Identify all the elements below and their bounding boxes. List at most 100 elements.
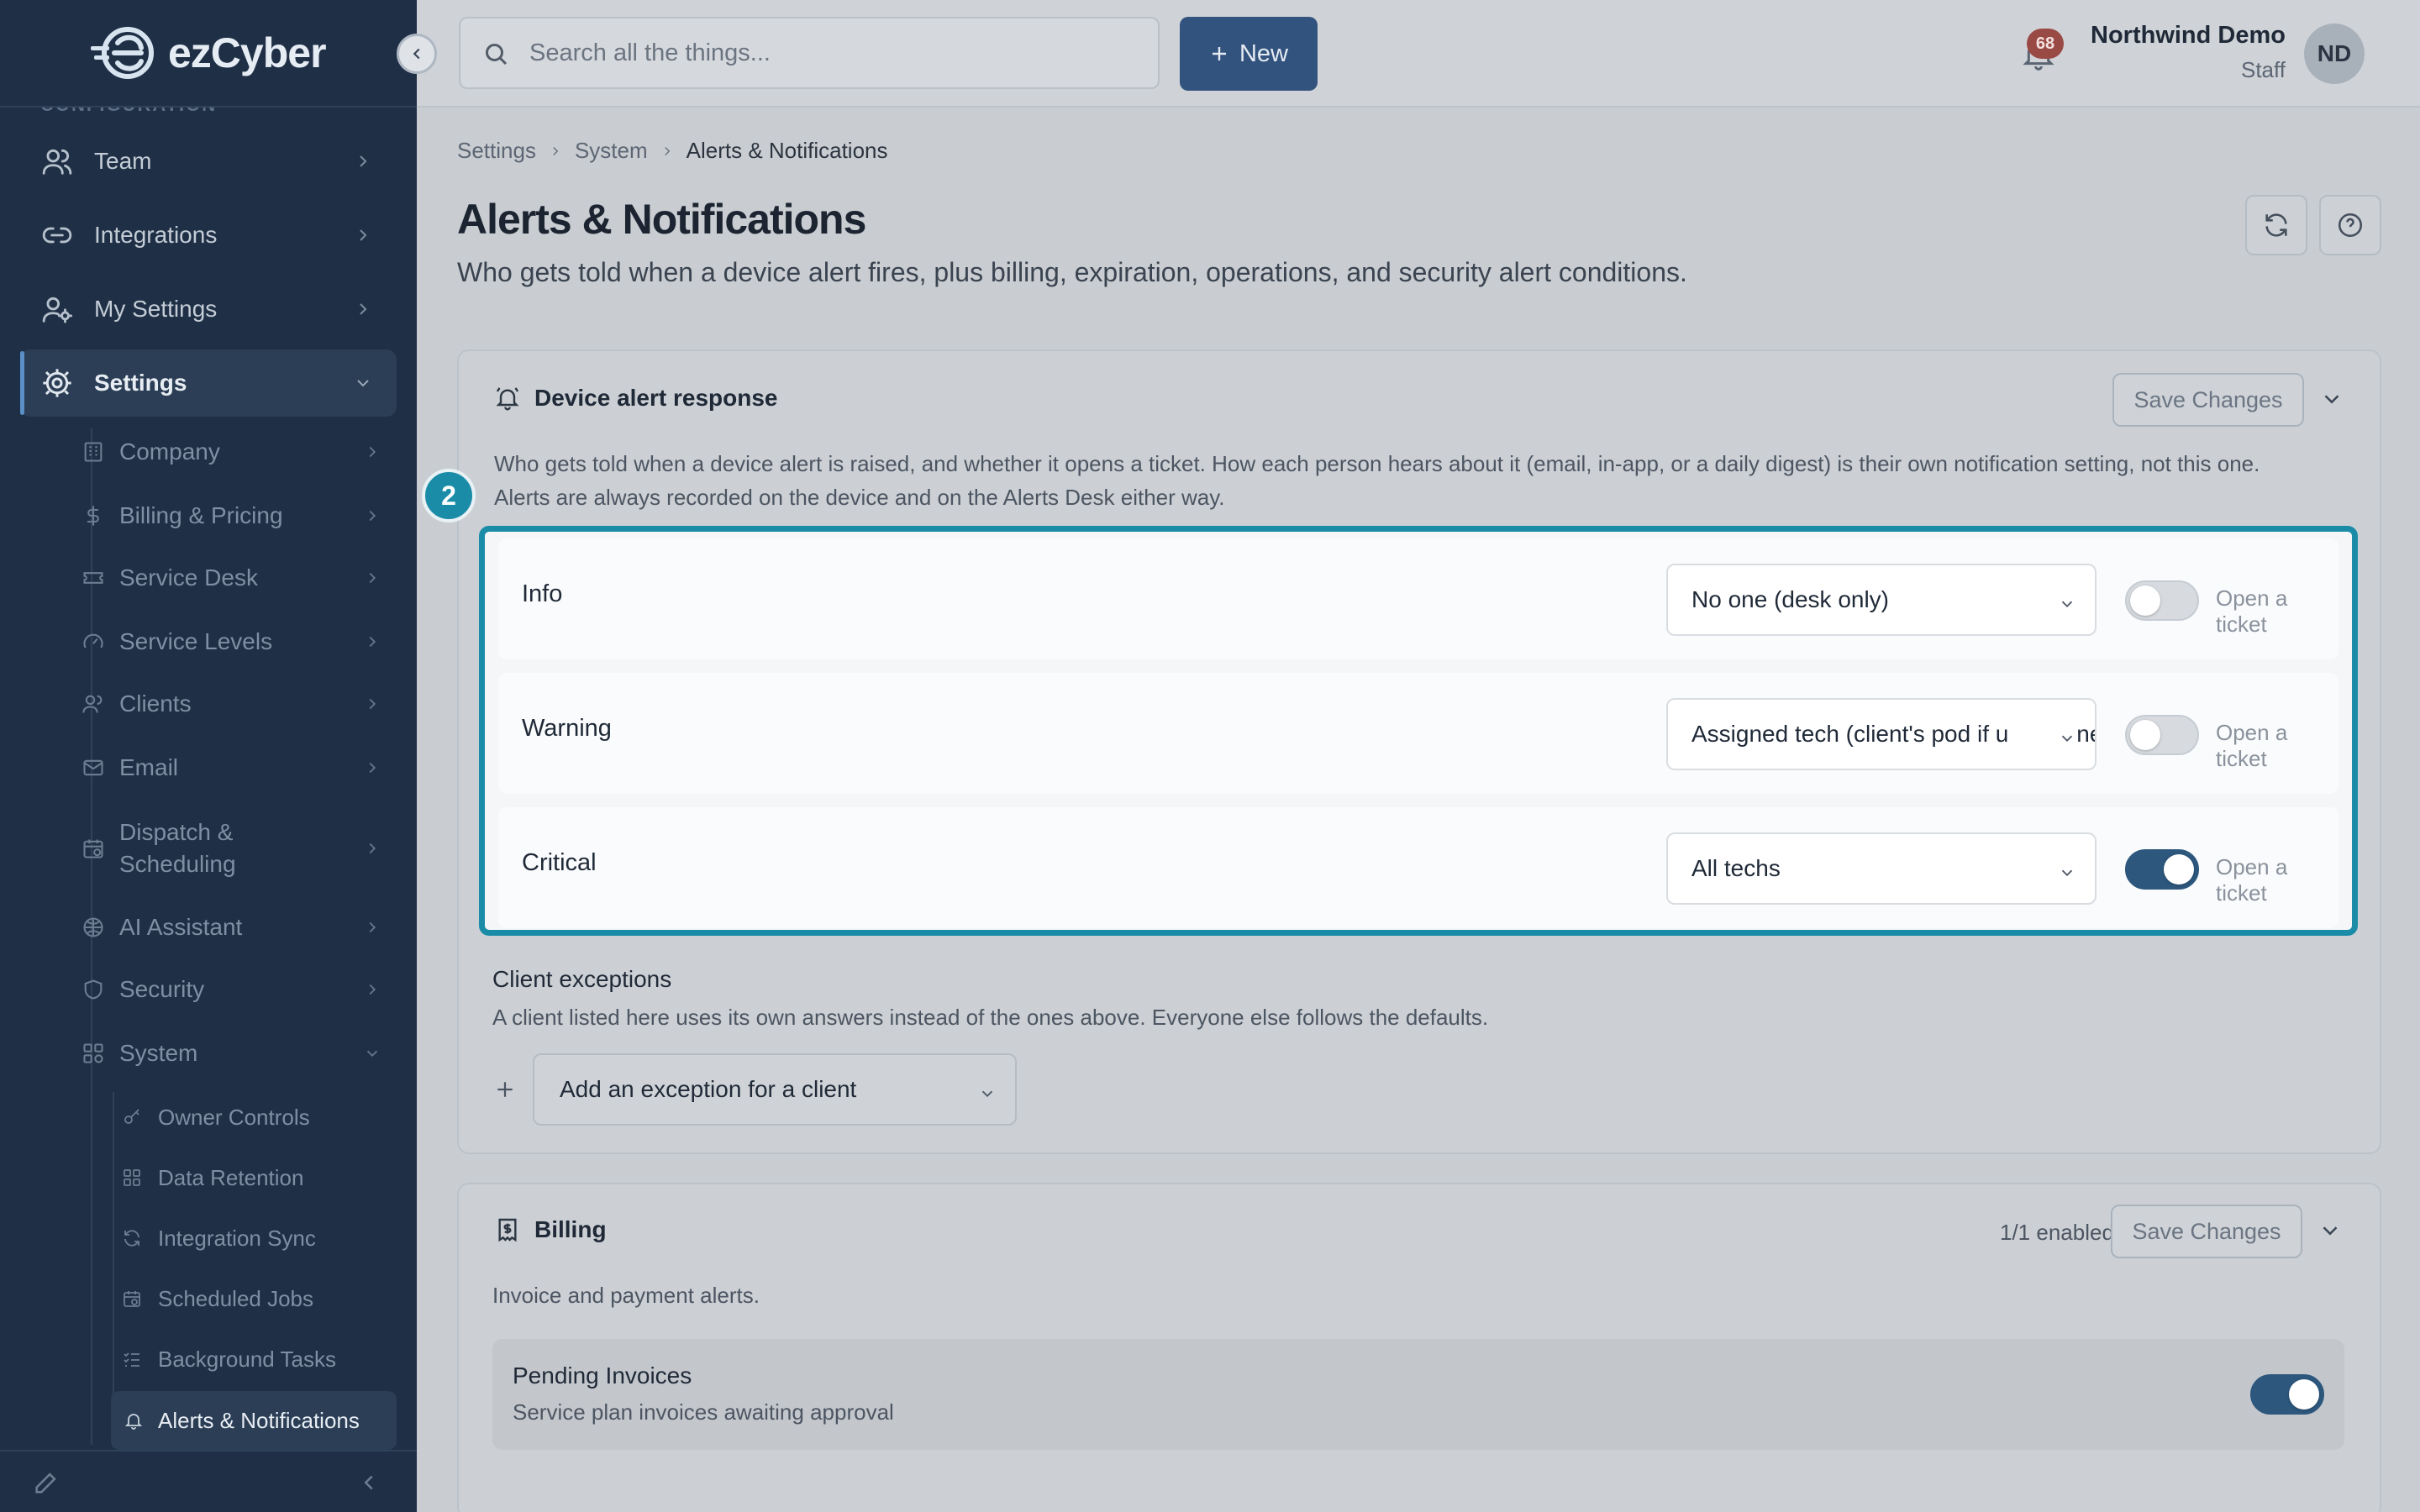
active-indicator bbox=[20, 351, 24, 415]
add-exception-label: Add an exception for a client bbox=[560, 1076, 857, 1102]
sidebar-item-data-retention[interactable]: Data Retention bbox=[121, 1154, 398, 1201]
sidebar-item-my-settings[interactable]: My Settings bbox=[0, 276, 417, 343]
collapse-sidebar-icon[interactable] bbox=[356, 1470, 381, 1499]
sidebar-item-label: Owner Controls bbox=[158, 1104, 310, 1130]
bell-ring-icon bbox=[496, 387, 519, 411]
open-ticket-toggle[interactable] bbox=[2125, 849, 2199, 890]
breadcrumb-current: Alerts & Notifications bbox=[686, 138, 888, 163]
sidebar-item-settings[interactable]: Settings bbox=[20, 349, 397, 417]
search-input[interactable] bbox=[529, 39, 1118, 67]
recipient-select-value: All techs bbox=[1691, 855, 1781, 881]
plus-icon bbox=[492, 1077, 518, 1102]
sidebar-item-label: Background Tasks bbox=[158, 1346, 336, 1372]
billing-save-changes-button[interactable]: Save Changes bbox=[2111, 1205, 2302, 1258]
alert-row-warning: Warning Assigned tech (client's pod if u… bbox=[498, 673, 2338, 794]
sidebar-item-label: Service Desk bbox=[119, 564, 258, 591]
chevron-right-icon bbox=[553, 146, 559, 155]
sidebar-item-integration-sync[interactable]: Integration Sync bbox=[121, 1215, 398, 1262]
add-exception-select[interactable]: Add an exception for a client bbox=[533, 1053, 1017, 1126]
help-button[interactable] bbox=[2319, 195, 2381, 255]
sidebar-item-scheduled-jobs[interactable]: Scheduled Jobs bbox=[121, 1275, 398, 1322]
save-changes-button[interactable]: Save Changes bbox=[2112, 373, 2304, 427]
sidebar-item-dispatch-scheduling[interactable]: Dispatch & Scheduling bbox=[81, 815, 400, 882]
sidebar-item-label-line: Scheduling bbox=[119, 851, 236, 877]
recipient-select[interactable]: All techs bbox=[1666, 832, 2096, 905]
recipient-select[interactable]: Assigned tech (client's pod if unassigne… bbox=[1666, 698, 2096, 770]
notification-count-badge: 68 bbox=[2027, 29, 2064, 59]
chevron-right-icon bbox=[363, 633, 381, 651]
sidebar-item-ai-assistant[interactable]: AI Assistant bbox=[81, 909, 400, 946]
sidebar-toggle-button[interactable] bbox=[397, 34, 437, 74]
sidebar-item-label-line: Dispatch & bbox=[119, 819, 234, 845]
ticket-icon bbox=[81, 565, 106, 591]
edit-icon[interactable] bbox=[32, 1468, 60, 1501]
card-description-line: Alerts are always recorded on the device… bbox=[494, 485, 1225, 510]
sidebar-item-team[interactable]: Team bbox=[0, 128, 417, 195]
sidebar-item-owner-controls[interactable]: Owner Controls bbox=[121, 1094, 398, 1141]
open-ticket-toggle[interactable] bbox=[2125, 715, 2199, 755]
sidebar-item-background-tasks[interactable]: Background Tasks bbox=[121, 1336, 398, 1383]
logo[interactable]: ezCyber bbox=[91, 22, 327, 84]
recipient-select-value: Assigned tech (client's pod if unassigne… bbox=[1691, 721, 2096, 747]
sidebar-item-service-levels[interactable]: Service Levels bbox=[81, 623, 400, 660]
chevron-down-icon bbox=[2058, 592, 2076, 611]
user-name: Northwind Demo bbox=[2091, 22, 2286, 49]
sidebar-item-alerts-notifications[interactable]: Alerts & Notifications bbox=[111, 1391, 397, 1450]
open-ticket-toggle[interactable] bbox=[2125, 580, 2199, 621]
sidebar-item-clients[interactable]: Clients bbox=[81, 685, 400, 722]
recipient-select[interactable]: No one (desk only) bbox=[1666, 564, 2096, 636]
alert-row-info: Info No one (desk only) Open a ticket bbox=[498, 538, 2338, 659]
pending-invoices-toggle[interactable] bbox=[2250, 1374, 2324, 1415]
card-header: Device alert response bbox=[494, 385, 778, 412]
grid-icon bbox=[81, 1041, 106, 1066]
receipt-icon bbox=[498, 1218, 517, 1242]
avatar[interactable]: ND bbox=[2304, 24, 2365, 84]
ezcyber-logo-icon bbox=[91, 24, 166, 81]
calendar-clock-icon bbox=[121, 1288, 143, 1310]
search-icon bbox=[481, 39, 511, 69]
chevron-down-icon bbox=[2058, 727, 2076, 745]
card-description: Who gets told when a device alert is rai… bbox=[494, 447, 2260, 514]
sidebar-item-service-desk[interactable]: Service Desk bbox=[81, 559, 400, 596]
card-header: Billing bbox=[494, 1216, 607, 1243]
toggle-knob bbox=[2289, 1379, 2319, 1410]
sidebar-item-label: AI Assistant bbox=[119, 914, 243, 940]
card-title: Device alert response bbox=[534, 385, 778, 411]
sidebar-item-label: Dispatch & Scheduling bbox=[119, 816, 236, 880]
key-icon bbox=[121, 1106, 143, 1128]
toggle-knob bbox=[2130, 585, 2160, 616]
sidebar-item-label: Security bbox=[119, 976, 205, 1002]
alert-level-label: Critical bbox=[522, 849, 597, 876]
card-title: Billing bbox=[534, 1216, 607, 1242]
alert-row-critical: Critical All techs Open a ticket bbox=[498, 807, 2338, 928]
refresh-button[interactable] bbox=[2245, 195, 2307, 255]
dollar-icon bbox=[81, 503, 106, 528]
sidebar-item-email[interactable]: Email bbox=[81, 749, 400, 786]
toggle-knob bbox=[2164, 854, 2194, 885]
breadcrumb-system[interactable]: System bbox=[575, 138, 648, 164]
sidebar-item-system[interactable]: System bbox=[81, 1035, 400, 1072]
billing-description: Invoice and payment alerts. bbox=[492, 1283, 760, 1308]
breadcrumb-settings[interactable]: Settings bbox=[457, 138, 536, 164]
search-box[interactable] bbox=[459, 17, 1160, 89]
alert-levels-panel: Info No one (desk only) Open a ticket Wa… bbox=[479, 526, 2358, 936]
chevron-down-icon bbox=[978, 1082, 997, 1100]
sidebar-item-company[interactable]: Company bbox=[81, 433, 400, 470]
sidebar-item-label: Settings bbox=[94, 370, 187, 396]
new-button-label: New bbox=[1239, 39, 1288, 67]
logo-text: ezCyber bbox=[168, 29, 327, 76]
chevron-down-icon[interactable] bbox=[2319, 386, 2344, 412]
user-gear-icon bbox=[40, 292, 74, 326]
chevron-left-icon bbox=[413, 48, 420, 60]
users-icon bbox=[81, 691, 106, 717]
grid-icon bbox=[121, 1167, 143, 1189]
sidebar-item-label: Alerts & Notifications bbox=[158, 1407, 360, 1433]
sidebar-item-billing-pricing[interactable]: Billing & Pricing bbox=[81, 497, 400, 534]
sidebar-item-integrations[interactable]: Integrations bbox=[0, 202, 417, 269]
new-button[interactable]: New bbox=[1180, 17, 1318, 91]
chevron-right-icon bbox=[363, 980, 381, 999]
chevron-down-icon[interactable] bbox=[2317, 1218, 2343, 1243]
sidebar-item-label: Clients bbox=[119, 690, 192, 717]
chevron-right-icon bbox=[363, 839, 381, 858]
sidebar-item-security[interactable]: Security bbox=[81, 971, 400, 1008]
